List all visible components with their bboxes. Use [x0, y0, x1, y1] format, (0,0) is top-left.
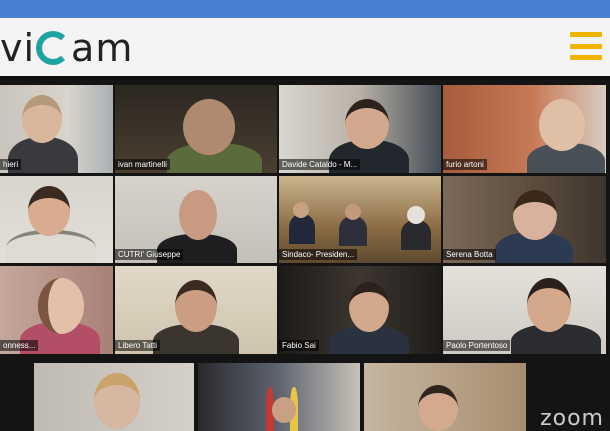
participant-tile[interactable]	[198, 363, 360, 431]
hamburger-menu-icon[interactable]	[570, 32, 602, 60]
participant-name: Libero Tatti	[115, 340, 160, 351]
participant-name: Fabio Sai	[279, 340, 319, 351]
zoom-watermark: zoom	[540, 406, 604, 431]
participant-name: Serena Botta	[443, 249, 496, 260]
participant-name: furio artoni	[443, 159, 487, 170]
participant-tile[interactable]: onness...	[0, 266, 113, 354]
participant-tile[interactable]: CUTRI' Giuseppe	[115, 176, 277, 263]
participant-tile[interactable]: Paolo Portentoso	[443, 266, 606, 354]
participant-tile-active-speaker[interactable]: Sindaco- Presiden...	[279, 176, 441, 263]
participant-tile[interactable]: Davide Cataldo - M...	[279, 85, 441, 173]
participant-tile[interactable]: Libero Tatti	[115, 266, 277, 354]
participant-name: onness...	[0, 340, 39, 351]
video-call-grid: hieri ivan martinelli Davide Cataldo - M…	[0, 80, 610, 431]
participant-name: ivan martinelli	[115, 159, 170, 170]
participant-tile[interactable]	[364, 363, 526, 431]
participant-name: Davide Cataldo - M...	[279, 159, 361, 170]
participant-tile[interactable]	[0, 176, 113, 263]
site-header: vi am	[0, 18, 610, 76]
participant-tile[interactable]: hieri	[0, 85, 113, 173]
participant-tile[interactable]: Fabio Sai	[279, 266, 441, 354]
participant-tile[interactable]	[34, 363, 194, 431]
participant-tile[interactable]: Serena Botta	[443, 176, 606, 263]
vicam-logo[interactable]: vi am	[0, 26, 133, 70]
participant-name: Sindaco- Presiden...	[279, 249, 358, 260]
participant-name: CUTRI' Giuseppe	[115, 249, 184, 260]
logo-text-right: am	[71, 26, 134, 70]
participant-tile[interactable]: furio artoni	[443, 85, 606, 173]
participant-name: Paolo Portentoso	[443, 340, 511, 351]
browser-top-bar	[0, 0, 610, 18]
participant-tile[interactable]: ivan martinelli	[115, 85, 277, 173]
participant-name: hieri	[0, 159, 22, 170]
logo-text-left: vi	[0, 26, 36, 70]
logo-c-ring-icon	[36, 31, 71, 65]
